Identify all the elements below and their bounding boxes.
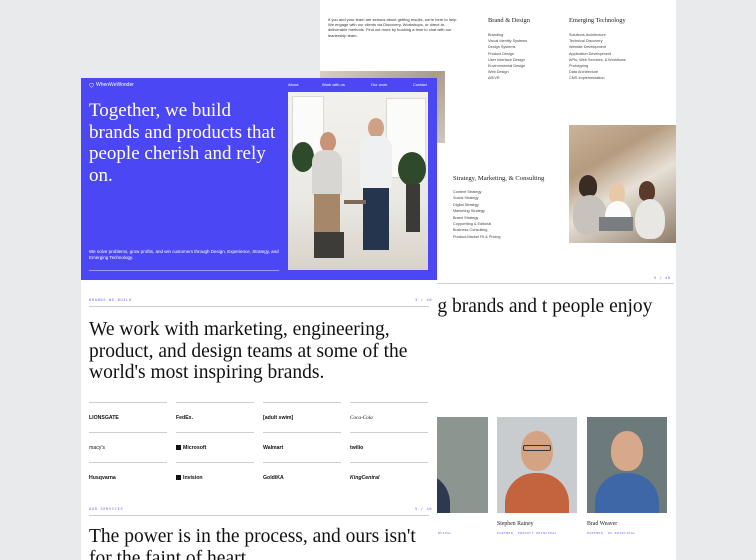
nav-work-with-us[interactable]: Work with us [322,82,345,87]
microsoft-icon [176,445,181,450]
team-meeting-photo [569,125,676,243]
team-role: PARTNER, PRODUCT PRINCIPAL [497,531,557,535]
team-photo [587,417,667,513]
hero-title: Together, we build brands and products t… [89,100,276,186]
hero-section: WhenWeWonder About Work with us Our work… [81,78,437,280]
nav-contact[interactable]: Contact [413,82,427,87]
brand-logo-twilio: twilio [350,432,428,462]
canvas: If you and your team are serious about g… [0,0,756,560]
brand-logo-macys: macy's [89,432,167,462]
brand-logo-fedex: FedEx. [176,402,254,432]
team-name: Stephen Rainey [497,521,534,527]
brand-logo-walmart: Walmart [263,432,341,462]
team-role: PARTNER, UX PRINCIPAL [587,531,636,535]
section-label: OUR SERVICES [89,507,124,511]
nav-about[interactable]: About [288,82,298,87]
logo[interactable]: WhenWeWonder [89,82,134,88]
hero-photo [288,92,428,270]
team-photo [497,417,577,513]
emerging-tech-title: Emerging Technology [569,17,626,24]
page-indicator: 5 / 40 [654,276,671,280]
strategy-title: Strategy, Marketing, & Consulting [453,175,545,182]
brand-logo-goldika: GoldiKA [263,462,341,492]
divider [89,515,429,516]
emerging-tech-list: Solutions Architecture Technical Discove… [569,32,626,82]
page-indicator: 3 / 40 [415,298,433,302]
hero-subtitle: We solve problems, grow profits, and win… [89,249,279,260]
intro-text: If you and your team are serious about g… [328,17,458,38]
brand-logo-adult-swim: [adult swim] [263,402,341,432]
brands-headline: We work with marketing, engineering, pro… [89,319,408,383]
invision-icon [176,475,181,480]
heart-icon [89,82,94,88]
section-label: BRANDS WE BUILD [89,298,132,302]
team-name: Brad Weaver [587,521,618,527]
brand-logo-coca-cola: Coca-Cola [350,402,428,432]
brand-logo-microsoft: Microsoft [176,432,254,462]
front-page: WhenWeWonder About Work with us Our work… [81,78,437,560]
page-indicator: 5 / 40 [415,507,433,511]
brand-logo-kingcentral: KingCentral [350,462,428,492]
nav-our-work[interactable]: Our work [371,82,387,87]
divider [89,270,279,271]
brand-logo-lionsgate: LIONSGATE [89,402,167,432]
brand-design-title: Brand & Design [488,17,530,24]
list-item: AR/VR [488,76,500,81]
divider [89,306,429,307]
list-item: Product-Market Fit & Pricing [453,234,501,239]
logo-text: WhenWeWonder [96,82,134,88]
brand-logo-husqvarna: Husqvarna [89,462,167,492]
brand-logo-invision: Invision [176,462,254,492]
strategy-list: Content Strategy Social Strategy Digital… [453,189,500,240]
list-item: CMS Implementation [569,76,605,81]
services-headline: The power is in the process, and ours is… [89,526,416,560]
brand-design-list: Branding Visual Identity Systems Design … [488,32,527,82]
